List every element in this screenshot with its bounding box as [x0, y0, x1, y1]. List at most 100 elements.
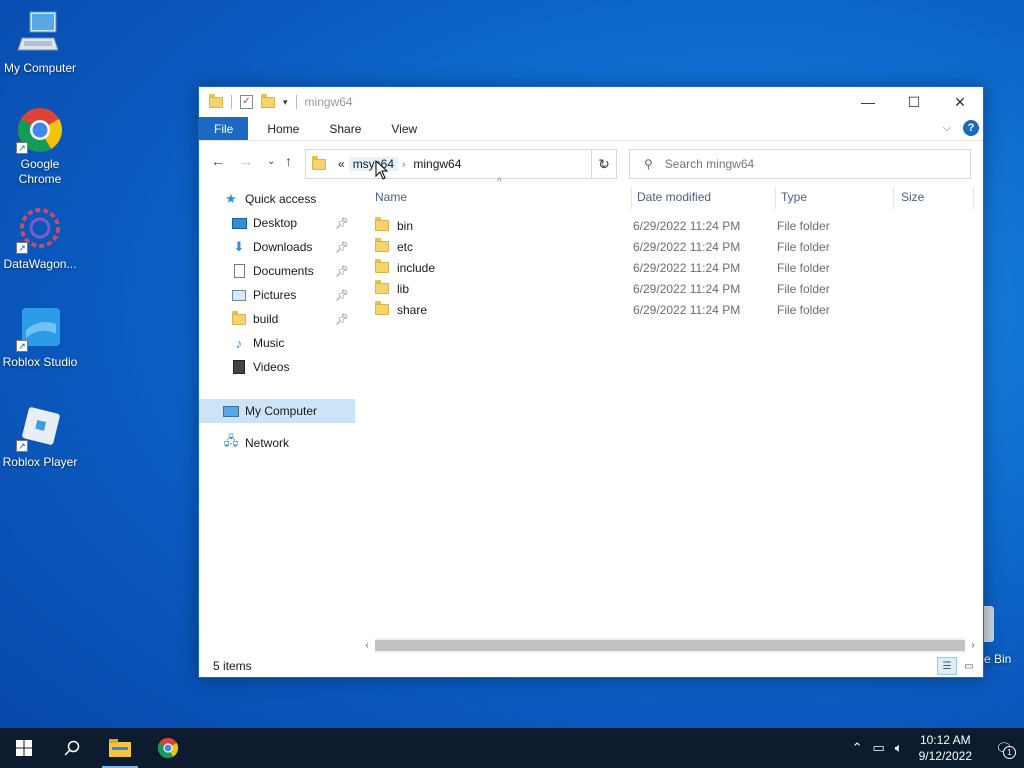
- documents-icon: [231, 264, 247, 278]
- tab-home[interactable]: Home: [252, 117, 314, 140]
- large-icons-view-icon[interactable]: ▭: [959, 657, 979, 675]
- file-explorer-icon: [109, 739, 131, 757]
- clock-time: 10:12 AM: [919, 733, 971, 747]
- tab-file[interactable]: File: [199, 117, 249, 140]
- folder-icon: [375, 301, 389, 315]
- folder-icon: [209, 93, 223, 108]
- download-icon: ⬇: [233, 239, 245, 254]
- column-header-size[interactable]: Size: [901, 185, 971, 209]
- address-overflow[interactable]: «: [334, 157, 349, 171]
- taskbar-file-explorer[interactable]: [96, 728, 144, 768]
- column-header-name[interactable]: Name: [375, 185, 631, 209]
- windows-logo-icon: [16, 740, 32, 756]
- search-input[interactable]: ⚲ Search mingw64: [629, 149, 971, 179]
- file-row[interactable]: etc 6/29/2022 11:24 PM File folder: [375, 236, 975, 257]
- desktop-icon-label: My Computer: [3, 61, 77, 75]
- refresh-icon[interactable]: ↻: [591, 149, 617, 179]
- forward-arrow-icon[interactable]: →: [239, 153, 253, 169]
- close-button[interactable]: ✕: [937, 87, 983, 117]
- pin-icon: 📌︎: [335, 217, 349, 230]
- file-explorer-window: ✓ ▾ mingw64 — ☐ ✕ File Home Share View ⌵…: [198, 86, 984, 678]
- customize-toolbar-icon[interactable]: ▾: [283, 97, 288, 108]
- system-tray: ⌃ ▭ 🔈︎ 10:12 AM 9/12/2022 🗨︎ 1: [852, 728, 1024, 768]
- nav-item-downloads[interactable]: ⬇ Downloads 📌︎: [231, 235, 353, 259]
- notification-badge: 1: [1003, 746, 1016, 759]
- nav-item-pictures[interactable]: Pictures 📌︎: [231, 283, 353, 307]
- quick-access-toolbar: ✓ ▾: [199, 93, 297, 109]
- mouse-cursor-icon: [375, 160, 389, 180]
- recycle-bin-label: e Bin: [984, 652, 1012, 666]
- nav-quick-access[interactable]: ★ Quick access: [223, 187, 353, 211]
- star-icon: ★: [225, 191, 237, 206]
- desktop-icon-roblox-player[interactable]: ↗ Roblox Player: [0, 404, 80, 470]
- desktop-icon-label: Google Chrome: [18, 157, 62, 186]
- desktop-icon-google-chrome[interactable]: ↗ Google Chrome: [0, 106, 80, 187]
- back-arrow-icon[interactable]: ←: [211, 153, 225, 169]
- taskbar-chrome[interactable]: [144, 728, 192, 768]
- shortcut-arrow-icon: ↗: [16, 242, 28, 254]
- shortcut-arrow-icon: ↗: [16, 142, 28, 154]
- computer-icon: [16, 10, 64, 58]
- nav-item-network[interactable]: 🖧︎ Network: [223, 431, 353, 455]
- maximize-button[interactable]: ☐: [891, 87, 937, 117]
- properties-icon[interactable]: ✓: [240, 95, 253, 109]
- file-row[interactable]: bin 6/29/2022 11:24 PM File folder: [375, 215, 975, 236]
- scroll-right-icon[interactable]: ›: [965, 637, 981, 654]
- scrollbar-thumb[interactable]: [375, 640, 965, 651]
- show-hidden-icons-icon[interactable]: ⌃: [852, 740, 863, 756]
- tab-share[interactable]: Share: [314, 117, 376, 140]
- horizontal-scrollbar[interactable]: ‹ ›: [359, 637, 981, 654]
- help-icon[interactable]: ?: [963, 120, 979, 136]
- nav-item-documents[interactable]: Documents 📌︎: [231, 259, 353, 283]
- scroll-left-icon[interactable]: ‹: [359, 637, 375, 654]
- nav-item-my-computer[interactable]: My Computer: [199, 399, 355, 423]
- recent-locations-icon[interactable]: ⌄: [267, 156, 275, 167]
- desktop-icon-label: Roblox Studio: [2, 355, 78, 369]
- pin-icon: 📌︎: [335, 265, 349, 278]
- desktop-icon-label: Roblox Player: [2, 455, 78, 469]
- nav-item-build[interactable]: build 📌︎: [231, 307, 353, 331]
- minimize-button[interactable]: —: [845, 87, 891, 117]
- address-bar[interactable]: « msys64 › mingw64 ⌄: [305, 149, 617, 179]
- pictures-icon: [231, 288, 247, 302]
- breadcrumb-msys64[interactable]: msys64: [348, 157, 399, 171]
- search-icon: ⚲: [644, 157, 653, 171]
- column-header-date-modified[interactable]: Date modified: [637, 185, 775, 209]
- file-row[interactable]: lib 6/29/2022 11:24 PM File folder: [375, 278, 975, 299]
- up-arrow-icon[interactable]: ↑: [285, 153, 292, 169]
- folder-icon: [231, 310, 247, 326]
- title-bar[interactable]: ✓ ▾ mingw64 — ☐ ✕: [199, 87, 983, 117]
- nav-item-videos[interactable]: Videos: [231, 355, 353, 379]
- folder-icon: [375, 259, 389, 273]
- tab-view[interactable]: View: [376, 117, 432, 140]
- file-row[interactable]: share 6/29/2022 11:24 PM File folder: [375, 299, 975, 320]
- breadcrumb-mingw64[interactable]: mingw64: [409, 157, 465, 171]
- roblox-player-icon: ↗: [16, 404, 64, 452]
- search-button[interactable]: [48, 728, 96, 768]
- desktop-icon: [231, 216, 247, 230]
- breadcrumb-separator-icon[interactable]: ›: [398, 159, 409, 170]
- start-button[interactable]: [0, 728, 48, 768]
- network-status-icon[interactable]: ▭: [873, 740, 885, 756]
- details-view-icon[interactable]: ☰: [937, 657, 957, 675]
- desktop-icon-datawagon[interactable]: ↗ DataWagon...: [0, 206, 80, 272]
- recycle-bin-partial[interactable]: e Bin: [982, 600, 1024, 670]
- music-icon: ♪: [235, 335, 243, 351]
- desktop-icon-roblox-studio[interactable]: ↗ Roblox Studio: [0, 304, 80, 370]
- taskbar: ⌃ ▭ 🔈︎ 10:12 AM 9/12/2022 🗨︎ 1: [0, 728, 1024, 768]
- chrome-icon: ↗: [16, 106, 64, 154]
- file-row[interactable]: include 6/29/2022 11:24 PM File folder: [375, 257, 975, 278]
- new-folder-icon[interactable]: [261, 93, 275, 108]
- desktop-icon-my-computer[interactable]: My Computer: [0, 10, 80, 76]
- column-header-type[interactable]: Type: [781, 185, 893, 209]
- shortcut-arrow-icon: ↗: [16, 440, 28, 452]
- nav-item-desktop[interactable]: Desktop 📌︎: [231, 211, 353, 235]
- nav-item-music[interactable]: ♪ Music: [231, 331, 353, 355]
- folder-icon: [375, 280, 389, 294]
- notification-center-button[interactable]: 🗨︎ 1: [984, 728, 1024, 768]
- ribbon-tabs: File Home Share View ⌵ ?: [199, 117, 983, 141]
- clock[interactable]: 10:12 AM 9/12/2022: [919, 732, 972, 764]
- volume-icon[interactable]: 🔈︎: [895, 740, 903, 756]
- datawagon-icon: ↗: [16, 206, 64, 254]
- expand-ribbon-icon[interactable]: ⌵: [943, 122, 951, 135]
